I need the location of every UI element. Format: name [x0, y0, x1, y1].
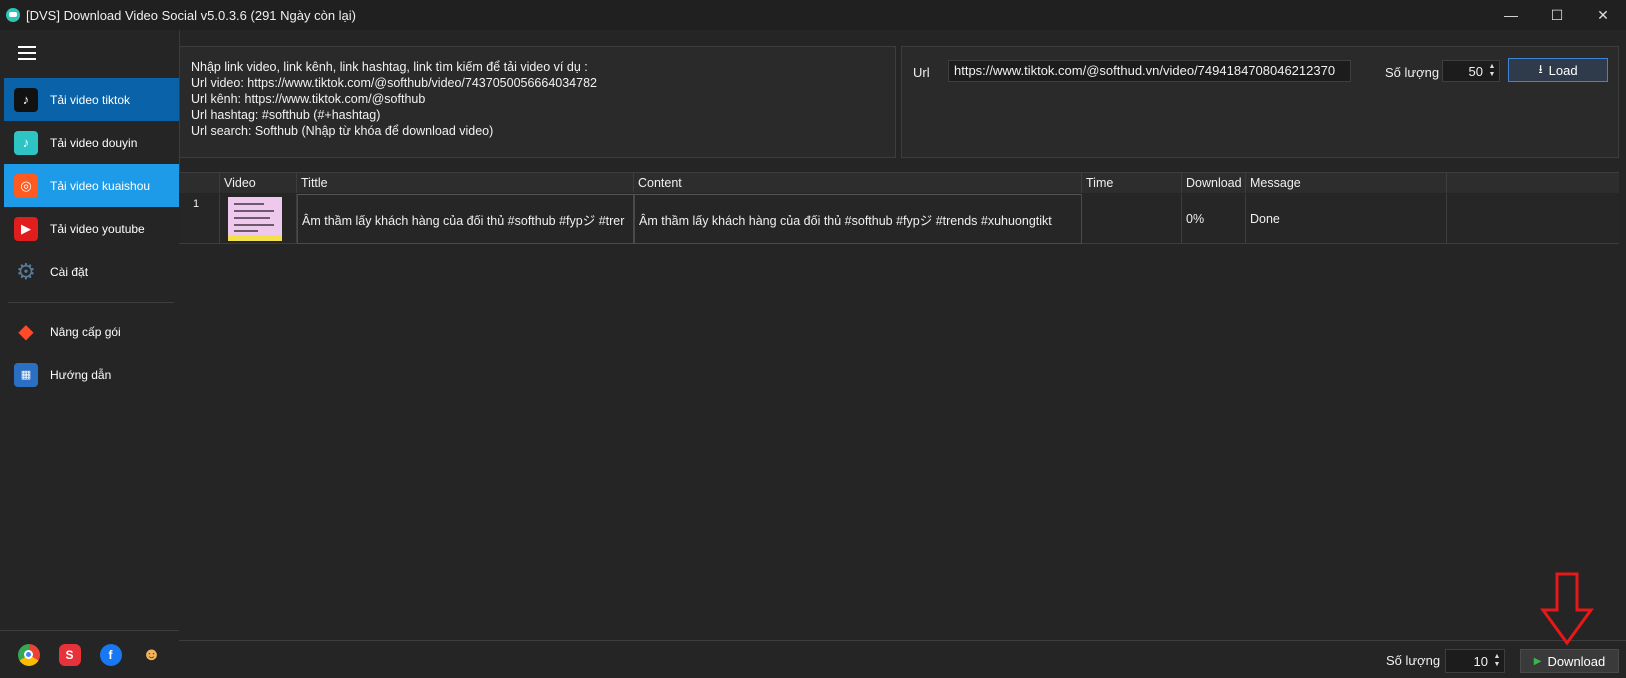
window-title: [DVS] Download Video Social v5.0.3.6 (29… — [26, 7, 357, 23]
column-header-message[interactable]: Message — [1246, 173, 1447, 193]
column-header-content[interactable]: Content — [634, 173, 1082, 193]
chrome-icon[interactable] — [17, 643, 40, 666]
guide-icon: ▦ — [14, 362, 38, 387]
download-button[interactable]: ▶ Download — [1520, 649, 1619, 673]
message-cell[interactable]: Done — [1246, 194, 1447, 244]
sidebar-item-upgrade[interactable]: ◆ Nâng cấp gói — [4, 310, 179, 353]
download-icon: ⭳ — [1538, 61, 1543, 76]
play-icon: ▶ — [1533, 655, 1542, 667]
quantity-stepper[interactable]: 50 ▲ ▼ — [1442, 60, 1500, 82]
sidebar-item-kuaishou[interactable]: ◎ Tải video kuaishou — [4, 164, 179, 207]
bottom-bar: Số lượng 10 ▲ ▼ ▶ Download — [179, 640, 1626, 678]
time-cell[interactable] — [1082, 194, 1182, 244]
title-bar: [DVS] Download Video Social v5.0.3.6 (29… — [0, 0, 1626, 30]
column-header-title[interactable]: Tittle — [297, 173, 634, 193]
kuaishou-icon: ◎ — [14, 173, 38, 198]
sidebar-item-douyin[interactable]: ♪ Tải video douyin — [4, 121, 179, 164]
row-number: 1 — [179, 194, 220, 244]
sidebar-item-guide[interactable]: ▦ Hướng dẫn — [4, 353, 179, 396]
url-panel: Url https://www.tiktok.com/@softhud.vn/v… — [901, 46, 1619, 158]
youtube-icon: ▶ — [14, 216, 38, 241]
hint-line: Url kênh: https://www.tiktok.com/@softhu… — [191, 92, 426, 106]
sidebar-item-label: Tải video douyin — [50, 135, 138, 150]
gear-icon: ⚙ — [16, 258, 36, 284]
sidebar-divider — [8, 302, 174, 303]
hint-line: Url hashtag: #softhub (#+hashtag) — [191, 108, 381, 122]
douyin-icon: ♪ — [14, 130, 38, 155]
sidebar-item-youtube[interactable]: ▶ Tải video youtube — [4, 207, 179, 250]
quantity-label: Số lượng — [1385, 65, 1440, 80]
maximize-button[interactable]: ☐ — [1534, 0, 1580, 30]
stepper-arrows-icon[interactable]: ▲ ▼ — [1487, 61, 1497, 81]
hint-line: Url search: Softhub (Nhập từ khóa để dow… — [191, 124, 494, 138]
close-button[interactable]: ✕ — [1580, 0, 1626, 30]
facebook-icon[interactable]: f — [99, 643, 122, 666]
download-quantity-value: 10 — [1473, 653, 1488, 669]
content-cell[interactable]: Âm thầm lấy khách hàng của đối thủ #soft… — [634, 194, 1082, 244]
table-header: Video Tittle Content Time Download Messa… — [179, 173, 1619, 193]
quantity-value: 50 — [1468, 63, 1483, 79]
minimize-button[interactable]: — — [1488, 0, 1534, 30]
download-button-label: Download — [1547, 653, 1606, 669]
support-icon[interactable]: ☻ — [141, 644, 163, 666]
window-controls: — ☐ ✕ — [1488, 0, 1626, 30]
video-table: Video Tittle Content Time Download Messa… — [179, 172, 1619, 640]
column-header-video[interactable]: Video — [220, 173, 297, 193]
app-icon — [6, 8, 20, 22]
download-quantity-label: Số lượng — [1386, 653, 1441, 668]
video-thumbnail-cell[interactable] — [220, 194, 297, 244]
sidebar-item-tiktok[interactable]: ♪ Tải video tiktok — [4, 78, 179, 121]
stepper-arrows-icon[interactable]: ▲ ▼ — [1492, 650, 1502, 672]
column-header-download[interactable]: Download — [1182, 173, 1246, 193]
sidebar-item-label: Tải video youtube — [50, 221, 145, 236]
softhub-icon[interactable]: S — [58, 643, 81, 666]
social-links: S f ☻ — [0, 630, 180, 678]
video-thumbnail — [228, 197, 282, 241]
tiktok-icon: ♪ — [14, 87, 38, 112]
sidebar-item-label: Tải video kuaishou — [50, 178, 151, 193]
sidebar-item-label: Hướng dẫn — [50, 367, 112, 382]
hamburger-menu-icon[interactable] — [18, 46, 36, 60]
hint-line: Url video: https://www.tiktok.com/@softh… — [191, 76, 597, 90]
hint-panel: Nhập link video, link kênh, link hashtag… — [179, 46, 896, 158]
red-arrow-annotation-icon — [1540, 572, 1594, 646]
sidebar-item-settings[interactable]: ⚙ Cài đặt — [4, 250, 179, 293]
hint-line: Nhập link video, link kênh, link hashtag… — [191, 60, 588, 74]
sidebar: ♪ Tải video tiktok ♪ Tải video douyin ◎ … — [0, 30, 180, 678]
url-label: Url — [913, 65, 930, 80]
sidebar-item-label: Cài đặt — [50, 264, 89, 279]
load-button[interactable]: ⭳ Load — [1508, 58, 1608, 82]
title-cell[interactable]: Âm thầm lấy khách hàng của đối thủ #soft… — [297, 194, 634, 244]
sidebar-item-label: Tải video tiktok — [50, 92, 131, 107]
download-progress-cell[interactable]: 0% — [1182, 194, 1246, 244]
url-input[interactable]: https://www.tiktok.com/@softhud.vn/video… — [948, 60, 1351, 82]
table-row[interactable]: 1 Âm thầm lấy khách hàng của đối thủ #so… — [179, 194, 1619, 244]
column-header-time[interactable]: Time — [1082, 173, 1182, 193]
row-number-header — [179, 173, 220, 193]
sidebar-item-label: Nâng cấp gói — [50, 324, 121, 339]
download-quantity-stepper[interactable]: 10 ▲ ▼ — [1445, 649, 1505, 673]
load-button-label: Load — [1548, 62, 1578, 78]
tag-icon: ◆ — [18, 321, 34, 343]
